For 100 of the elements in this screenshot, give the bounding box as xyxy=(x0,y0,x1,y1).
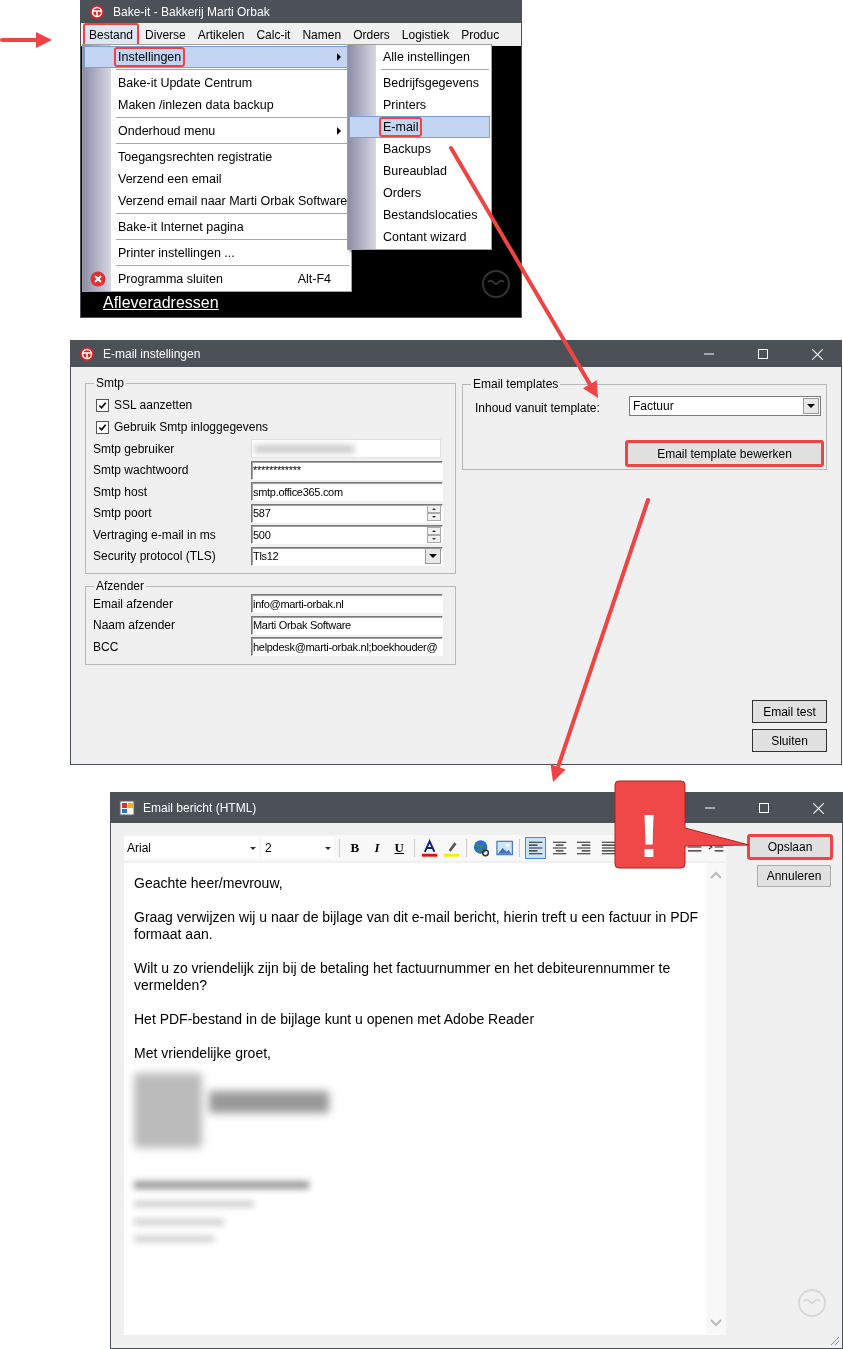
format-button[interactable]: B xyxy=(345,838,365,858)
spin-arrows-icon[interactable] xyxy=(427,526,441,543)
menu-item-label: Orders xyxy=(382,185,423,202)
dropdown-arrow-icon[interactable] xyxy=(248,844,257,852)
field-label: Smtp host xyxy=(92,483,149,501)
menu-item-label: Bedrijfsgegevens xyxy=(382,75,480,92)
format-button[interactable]: U xyxy=(389,838,409,858)
shortcut-text: Alt-F4 xyxy=(297,270,331,288)
dropdown-field[interactable]: Arial xyxy=(124,837,259,859)
menu-item[interactable]: Bureaublad xyxy=(349,160,490,182)
submenu-arrow-icon xyxy=(337,127,341,135)
font-color-icon[interactable] xyxy=(419,838,440,858)
maximize-icon[interactable] xyxy=(758,349,768,359)
pointer-arrow xyxy=(0,32,52,48)
input-field[interactable]: info@marti-orbak.nl xyxy=(251,594,443,614)
menu-item[interactable]: Verzend een email xyxy=(84,168,350,190)
input-field[interactable]: Marti Orbak Software xyxy=(251,615,443,635)
spin-arrows-icon[interactable] xyxy=(427,505,441,522)
menu-item[interactable]: Bestandslocaties xyxy=(349,204,490,226)
input-field[interactable]: ************ xyxy=(251,460,443,480)
exclamation-tooltip: ! xyxy=(614,780,750,870)
menu-item-label: Maken /inlezen data backup xyxy=(117,97,275,114)
check-icon xyxy=(98,400,107,410)
menu-item[interactable]: Backups xyxy=(349,138,490,160)
menu-item[interactable]: Logistiek xyxy=(395,23,456,46)
dialog-button[interactable]: Sluiten xyxy=(752,729,827,752)
window-icon xyxy=(119,800,135,816)
menu-item-label: Printer instellingen ... xyxy=(117,245,236,262)
menu-item[interactable]: Instellingen xyxy=(84,46,350,68)
menu-item[interactable]: Calc-it xyxy=(250,23,297,46)
resize-grip-icon[interactable] xyxy=(828,1334,840,1346)
align-left-icon[interactable] xyxy=(524,837,547,859)
menu-item[interactable]: Alle instellingen xyxy=(349,46,490,68)
format-button[interactable]: I xyxy=(367,838,387,858)
menu-item-label: E-mail xyxy=(379,117,423,137)
menu-item[interactable]: E-mail xyxy=(349,116,490,138)
check-icon xyxy=(98,422,107,432)
close-icon[interactable] xyxy=(812,348,823,360)
menu-item[interactable]: Bestand xyxy=(83,23,140,46)
menu-item-label: Verzend een email xyxy=(117,171,223,188)
menu-item[interactable]: Orders xyxy=(347,23,396,46)
menu-item[interactable]: Printers xyxy=(349,94,490,116)
dropdown-field[interactable]: 2 xyxy=(261,837,335,859)
image-icon[interactable] xyxy=(494,838,514,858)
menu-item[interactable]: Printer instellingen ... xyxy=(84,242,350,264)
field-label: Naam afzender xyxy=(92,617,177,635)
field-label: Smtp poort xyxy=(92,505,153,523)
menu-item[interactable]: Maken /inlezen data backup xyxy=(84,94,350,116)
menu-item[interactable]: Contant wizard xyxy=(349,226,490,248)
field-label: Vertraging e-mail in ms xyxy=(92,526,217,544)
menu-item[interactable]: Bake-it Update Centrum xyxy=(84,72,350,94)
dropdown-field[interactable]: Factuur xyxy=(629,396,821,416)
menu-item-label: Instellingen xyxy=(114,47,186,67)
menu-item[interactable]: Bedrijfsgegevens xyxy=(349,72,490,94)
menu-item-label: Onderhoud menu xyxy=(117,123,217,140)
menu-item[interactable]: Verzend email naar Marti Orbak Software xyxy=(84,190,350,212)
editor-area[interactable] xyxy=(124,863,726,1335)
menu-item[interactable]: Onderhoud menu xyxy=(84,120,350,142)
menu-item[interactable]: Toegangsrechten registratie xyxy=(84,146,350,168)
menu-item-label: Programma sluiten xyxy=(117,271,224,288)
app-logo-icon xyxy=(79,346,95,362)
dropdown-arrow-icon[interactable] xyxy=(324,844,333,852)
close-icon[interactable] xyxy=(813,802,824,814)
window-title: E-mail instellingen xyxy=(103,346,201,363)
body-paragraph: Geachte heer/mevrouw, xyxy=(134,875,284,892)
menu-item[interactable]: Namen xyxy=(296,23,348,46)
menu-item-label: Bureaublad xyxy=(382,163,448,180)
body-paragraph: Het PDF-bestand in de bijlage kunt u openen met Adobe Reader xyxy=(134,1011,536,1028)
maximize-icon[interactable] xyxy=(759,803,769,813)
input-field[interactable] xyxy=(251,439,441,459)
menu-item[interactable]: Diverse xyxy=(139,23,192,46)
input-field[interactable]: smtp.office365.com xyxy=(251,482,443,502)
group-legend: Email templates xyxy=(471,377,561,391)
checkbox-box[interactable] xyxy=(96,420,109,434)
dialog-button[interactable]: Email test xyxy=(752,700,827,723)
submenu-arrow-icon xyxy=(337,53,341,61)
template-edit-button[interactable]: Email template bewerken xyxy=(625,440,824,467)
body-paragraph: Wilt u zo vriendelijk zijn bij de betaling het factuurnummer en het debiteurennummer te vermelden? xyxy=(134,960,672,994)
input-field[interactable]: 587 xyxy=(251,503,443,523)
body-paragraph: Met vriendelijke groet, xyxy=(134,1045,272,1062)
menu-item-label: Bestandslocaties xyxy=(382,207,479,224)
link-text[interactable]: Afleveradressen xyxy=(103,291,219,315)
menu-item-label: Alle instellingen xyxy=(382,49,471,66)
menu-item-label: Bake-it Update Centrum xyxy=(117,75,254,92)
dialog-button[interactable]: Opslaan xyxy=(747,834,833,860)
menu-item[interactable]: Orders xyxy=(349,182,490,204)
dialog-button[interactable]: Annuleren xyxy=(757,865,831,887)
window-title: Email bericht (HTML) xyxy=(143,800,257,817)
input-field[interactable]: 500 xyxy=(251,525,443,545)
checkbox-label: SSL aanzetten xyxy=(114,397,193,414)
menu-item[interactable]: Produc xyxy=(455,23,506,46)
globe-link-icon[interactable] xyxy=(472,838,492,858)
menu-item[interactable]: Bake-it Internet pagina xyxy=(84,216,350,238)
checkbox-box[interactable] xyxy=(96,398,109,412)
input-field[interactable]: Tls12 xyxy=(251,546,443,566)
menu-item-label: Bake-it Internet pagina xyxy=(117,219,245,236)
input-field[interactable]: helpdesk@marti-orbak.nl;boekhouder@ xyxy=(251,637,443,657)
field-label: Smtp wachtwoord xyxy=(92,462,190,480)
menu-item[interactable]: Artikelen xyxy=(191,23,251,46)
menu-item[interactable]: Programma sluiten Alt-F4 xyxy=(84,268,350,290)
